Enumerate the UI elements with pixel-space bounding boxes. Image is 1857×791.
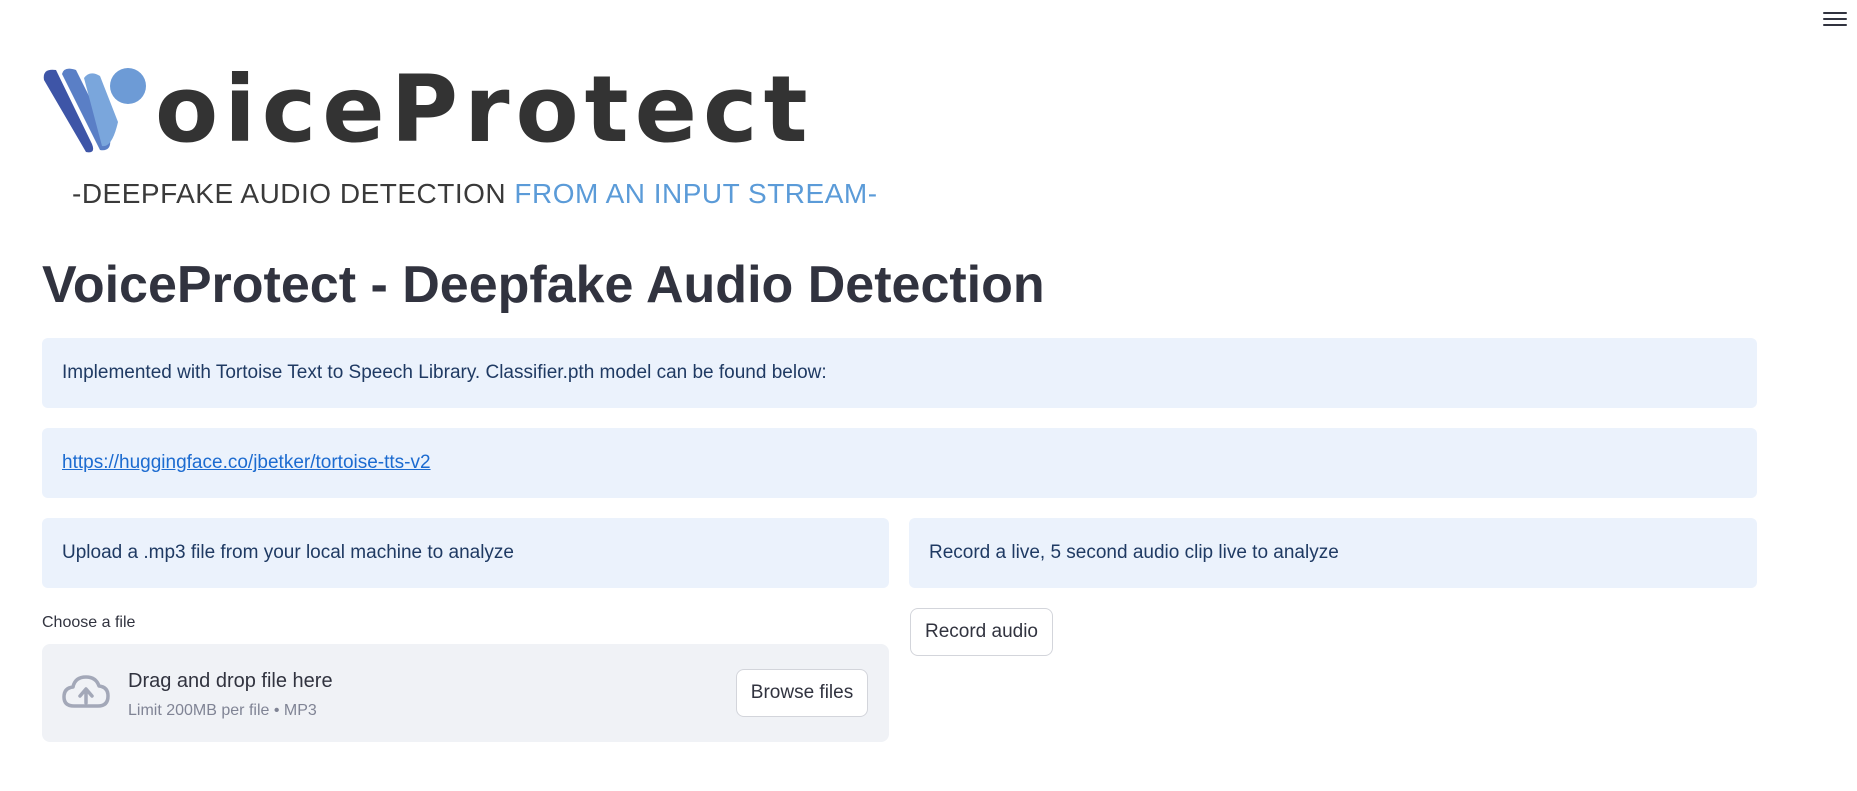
logo-tagline: -DEEPFAKE AUDIO DETECTION FROM AN INPUT … (72, 178, 878, 210)
cloud-upload-icon (62, 675, 110, 708)
logo-tagline-dark: -DEEPFAKE AUDIO DETECTION (72, 178, 515, 209)
info-intro-text: Implemented with Tortoise Text to Speech… (62, 362, 827, 383)
model-link[interactable]: https://huggingface.co/jbetker/tortoise-… (62, 452, 431, 474)
upload-info-box: Upload a .mp3 file from your local machi… (42, 518, 889, 588)
dropzone-limit: Limit 200MB per file • MP3 (128, 702, 317, 719)
hamburger-menu-icon[interactable] (1823, 8, 1847, 30)
file-uploader-label: Choose a file (42, 614, 136, 631)
dropzone-instructions: Drag and drop file here (128, 670, 333, 692)
logo-wordmark: oiceProtect (155, 56, 814, 163)
page-title: VoiceProtect - Deepfake Audio Detection (42, 256, 1045, 314)
browse-files-button[interactable]: Browse files (736, 669, 868, 717)
upload-info-text: Upload a .mp3 file from your local machi… (62, 542, 515, 563)
record-audio-button[interactable]: Record audio (910, 608, 1053, 656)
info-link-box: https://huggingface.co/jbetker/tortoise-… (42, 428, 1757, 498)
file-dropzone[interactable]: Drag and drop file here Limit 200MB per … (42, 644, 889, 742)
record-info-text: Record a live, 5 second audio clip live … (929, 542, 1339, 563)
info-intro-box: Implemented with Tortoise Text to Speech… (42, 338, 1757, 408)
logo-tagline-blue: FROM AN INPUT STREAM- (514, 178, 878, 209)
voiceprotect-logo: oiceProtect -DEEPFAKE AUDIO DETECTION FR… (40, 56, 877, 214)
logo-v-mark-icon (43, 68, 146, 153)
record-info-box: Record a live, 5 second audio clip live … (909, 518, 1757, 588)
